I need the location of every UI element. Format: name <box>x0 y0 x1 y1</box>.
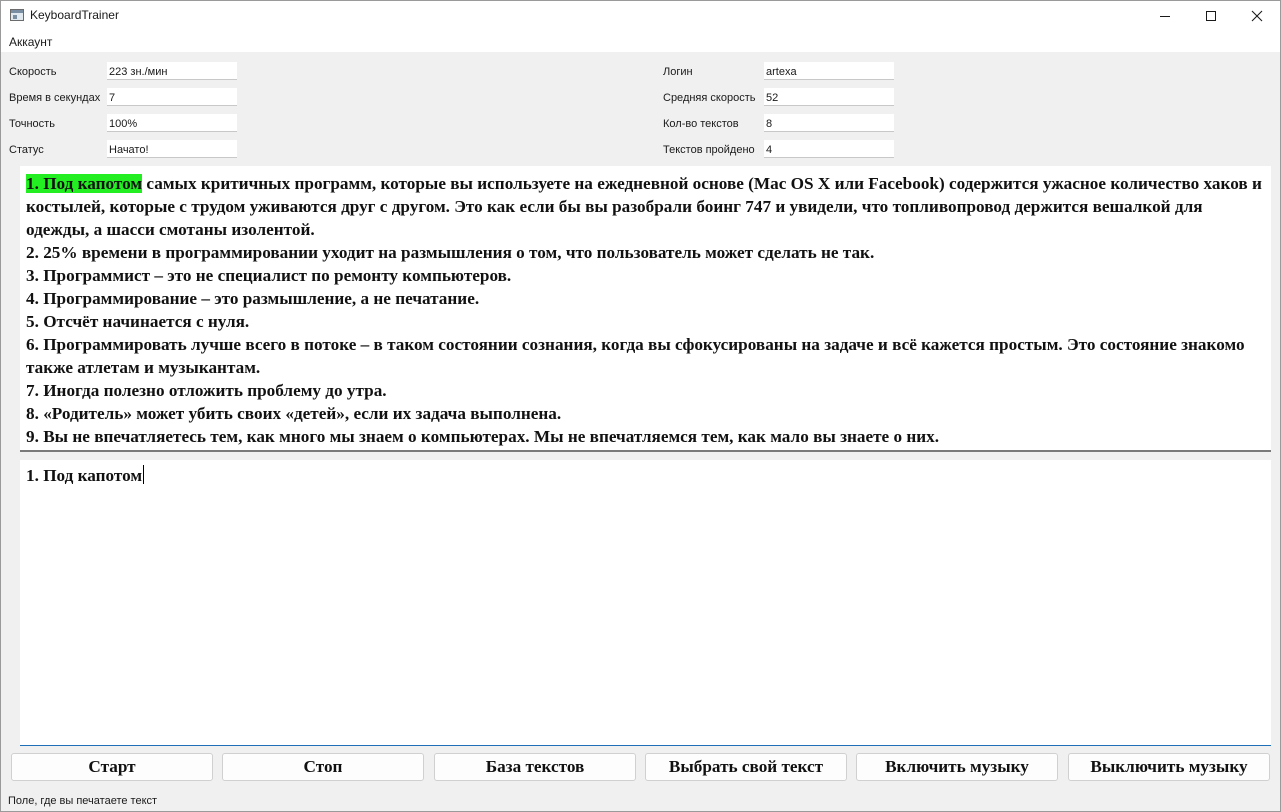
start-button[interactable]: Старт <box>11 753 213 781</box>
source-item-5: 5. Отсчёт начинается с нуля. <box>26 312 250 331</box>
status-field[interactable] <box>107 140 237 158</box>
texts-completed-label: Текстов пройдено <box>663 144 755 156</box>
title-bar[interactable]: KeyboardTrainer <box>1 1 1280 31</box>
source-item-1: 1. Под капотом самых критичных программ,… <box>26 172 1265 241</box>
app-window: KeyboardTrainer Аккаунт Скорость Время в… <box>0 0 1281 812</box>
window-title: KeyboardTrainer <box>30 8 119 22</box>
music-on-button[interactable]: Включить музыку <box>856 753 1058 781</box>
music-off-button[interactable]: Выключить музыку <box>1068 753 1270 781</box>
choose-own-text-button[interactable]: Выбрать свой текст <box>645 753 847 781</box>
source-item-4: 4. Программирование – это размышление, а… <box>26 289 480 308</box>
typed-highlight: 1. Под капотом <box>26 174 143 193</box>
accuracy-field[interactable] <box>107 114 237 132</box>
speed-field[interactable] <box>107 62 237 80</box>
texts-count-label: Кол-во текстов <box>663 118 739 130</box>
source-item-7: 7. Иногда полезно отложить проблему до у… <box>26 381 387 400</box>
menu-account[interactable]: Аккаунт <box>9 35 52 49</box>
login-label: Логин <box>663 66 693 78</box>
speed-label: Скорость <box>9 66 57 78</box>
text-caret <box>143 465 145 484</box>
texts-completed-field[interactable] <box>764 140 894 158</box>
time-seconds-field[interactable] <box>107 88 237 106</box>
status-label: Статус <box>9 144 44 156</box>
source-item-3: 3. Программист – это не специалист по ре… <box>26 266 512 285</box>
texts-count-field[interactable] <box>764 114 894 132</box>
maximize-icon[interactable] <box>1188 1 1234 31</box>
source-item-9: 9. Вы не впечатляетесь тем, как много мы… <box>26 427 940 446</box>
source-item-1-rest: самых критичных программ, которые вы исп… <box>26 174 1262 239</box>
text-base-button[interactable]: База текстов <box>434 753 636 781</box>
accuracy-label: Точность <box>9 118 55 130</box>
typed-text: 1. Под капотом <box>26 466 143 485</box>
average-speed-label: Средняя скорость <box>663 92 756 104</box>
login-field[interactable] <box>764 62 894 80</box>
source-text-panel[interactable]: 1. Под капотом самых критичных программ,… <box>20 166 1271 452</box>
app-window-icon <box>10 9 24 21</box>
average-speed-field[interactable] <box>764 88 894 106</box>
close-icon[interactable] <box>1234 1 1280 31</box>
minimize-icon[interactable] <box>1142 1 1188 31</box>
source-item-8: 8. «Родитель» может убить своих «детей»,… <box>26 404 562 423</box>
time-seconds-label: Время в секундах <box>9 92 101 104</box>
source-item-2: 2. 25% времени в программировании уходит… <box>26 243 875 262</box>
source-item-6: 6. Программировать лучше всего в потоке … <box>26 335 1245 377</box>
menu-bar: Аккаунт <box>1 31 1280 52</box>
typing-area[interactable]: 1. Под капотом <box>20 460 1271 746</box>
stop-button[interactable]: Стоп <box>222 753 424 781</box>
status-bar-text: Поле, где вы печатаете текст <box>8 795 158 807</box>
